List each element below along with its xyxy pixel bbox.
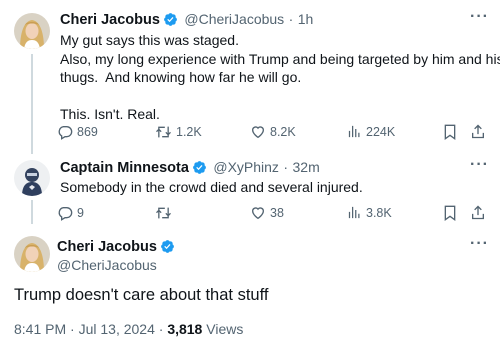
like-count: 38 <box>270 206 284 220</box>
tweet-text-line: Also, my long experience with Trump and … <box>60 50 500 67</box>
views-count: 224K <box>366 124 396 139</box>
reply-button[interactable]: 869 <box>57 124 98 140</box>
views-icon <box>348 206 360 219</box>
tweet-time[interactable]: 32m <box>293 159 320 175</box>
reply-count: 869 <box>77 125 98 139</box>
author-name[interactable]: Cheri Jacobus <box>60 12 160 28</box>
tweet2-text: Somebody in the crowd died and several i… <box>60 178 490 197</box>
verified-badge-icon <box>163 12 178 32</box>
author-name[interactable]: Cheri Jacobus <box>57 239 157 255</box>
more-icon[interactable]: ··· <box>470 156 489 174</box>
more-icon[interactable]: ··· <box>470 8 489 26</box>
avatar-cheri-jacobus[interactable] <box>14 236 50 272</box>
reply-icon <box>58 126 73 140</box>
tweet-text-line: My gut says this was staged. <box>60 32 239 48</box>
tweet1-text: My gut says this was staged. Also, my lo… <box>60 31 500 124</box>
like-icon <box>251 207 265 220</box>
author-handle[interactable]: @CheriJacobus <box>184 11 284 27</box>
views-icon <box>348 125 360 138</box>
repost-icon <box>156 207 171 219</box>
verified-badge-icon <box>192 160 207 180</box>
like-count: 8.2K <box>270 125 296 139</box>
tweet1-header: Cheri Jacobus @CheriJacobus · 1h <box>60 11 313 32</box>
like-button[interactable]: 8.2K <box>250 124 296 140</box>
thread-connector <box>31 54 33 154</box>
like-button[interactable]: 38 <box>250 205 284 221</box>
more-icon[interactable]: ··· <box>470 235 489 253</box>
tweet-time[interactable]: 1h <box>298 11 314 27</box>
tweet-timestamp[interactable]: 8:41 PM · Jul 13, 2024 · 3,818 Views <box>14 321 243 337</box>
thread-connector <box>31 200 33 224</box>
views-count: 3.8K <box>366 205 392 220</box>
timestamp-text: 8:41 PM · Jul 13, 2024 · <box>14 321 168 337</box>
verified-badge-icon <box>160 239 175 259</box>
views-label: Views <box>202 321 244 337</box>
reply-button[interactable]: 9 <box>57 205 84 221</box>
bookmark-icon[interactable] <box>443 124 457 145</box>
author-handle[interactable]: @XyPhinz <box>213 159 279 175</box>
tweet-text-line: thugs. And knowing how far he will go. <box>60 69 302 85</box>
avatar-cheri-jacobus[interactable] <box>14 13 50 49</box>
tweet-text-line: This. Isn't. Real. <box>60 106 160 122</box>
tweet-text-line <box>60 87 490 106</box>
main-header: Cheri Jacobus <box>57 238 177 259</box>
repost-button[interactable] <box>155 205 176 221</box>
repost-count: 1.2K <box>176 125 202 139</box>
repost-button[interactable]: 1.2K <box>155 124 202 140</box>
share-icon[interactable] <box>470 204 486 226</box>
author-name[interactable]: Captain Minnesota <box>60 160 189 176</box>
views-button[interactable]: 224K <box>347 124 395 139</box>
tweet2-header: Captain Minnesota @XyPhinz · 32m <box>60 159 320 180</box>
separator: · <box>288 11 294 27</box>
separator: · <box>283 159 289 175</box>
author-handle[interactable]: @CheriJacobus <box>57 257 157 273</box>
views-number: 3,818 <box>167 321 203 337</box>
tweet-text-line: Somebody in the crowd died and several i… <box>60 179 363 195</box>
share-icon[interactable] <box>470 123 486 145</box>
repost-icon <box>156 126 171 138</box>
reply-count: 9 <box>77 206 84 220</box>
avatar-captain-minnesota[interactable] <box>14 160 50 196</box>
main-tweet-text: Trump doesn't care about that stuff <box>14 286 269 304</box>
reply-icon <box>58 207 73 221</box>
bookmark-icon[interactable] <box>443 205 457 226</box>
views-button[interactable]: 3.8K <box>347 205 392 220</box>
like-icon <box>251 126 265 139</box>
